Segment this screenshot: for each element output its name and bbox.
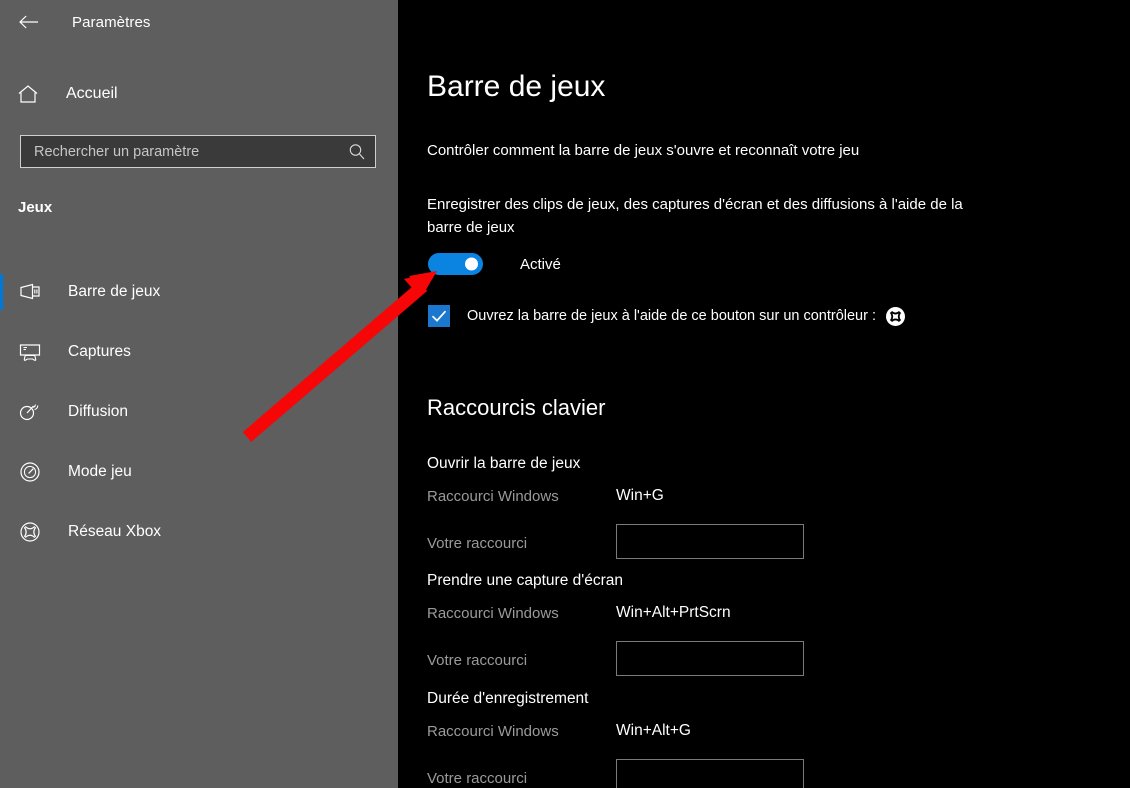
search-icon[interactable]	[339, 143, 375, 161]
shortcut-custom-label: Votre raccourci	[427, 770, 528, 787]
back-arrow-icon	[19, 15, 38, 29]
title-bar: Paramètres	[0, 0, 398, 44]
shortcut-block-screenshot: Prendre une capture d'écran Raccourci Wi…	[427, 572, 1117, 681]
shortcut-windows-label: Raccourci Windows	[427, 723, 559, 740]
sidebar-item-home[interactable]: Accueil	[0, 74, 398, 114]
toggle-knob	[465, 257, 478, 271]
search-input[interactable]	[21, 143, 339, 160]
sidebar-item-home-label: Accueil	[66, 85, 118, 102]
game-bar-icon	[8, 282, 52, 302]
shortcut-custom-input[interactable]	[616, 524, 804, 559]
back-button[interactable]	[6, 6, 52, 38]
shortcut-name: Ouvrir la barre de jeux	[427, 455, 581, 472]
sidebar-item-mode-jeu[interactable]: Mode jeu	[0, 442, 398, 502]
shortcut-block-recording-duration: Durée d'enregistrement Raccourci Windows…	[427, 690, 1117, 788]
setting-description: Enregistrer des clips de jeux, des captu…	[427, 196, 963, 236]
selection-indicator	[0, 274, 3, 310]
check-icon	[431, 310, 447, 322]
controller-button-checkbox-row: Ouvrez la barre de jeux à l'aide de ce b…	[428, 305, 906, 327]
shortcut-windows-value: Win+G	[616, 487, 664, 504]
toggle-state-label: Activé	[520, 255, 561, 273]
shortcut-windows-label: Raccourci Windows	[427, 605, 559, 622]
shortcut-windows-value: Win+Alt+G	[616, 722, 691, 739]
shortcut-custom-input[interactable]	[616, 641, 804, 676]
page-subtitle: Contrôler comment la barre de jeux s'ouv…	[427, 142, 860, 159]
shortcut-windows-value: Win+Alt+PrtScrn	[616, 604, 731, 621]
shortcut-custom-label: Votre raccourci	[427, 535, 528, 552]
sidebar-category-heading: Jeux	[18, 199, 53, 216]
captures-icon	[8, 342, 52, 362]
broadcast-icon	[8, 401, 52, 423]
sidebar-item-captures[interactable]: Captures	[0, 322, 398, 382]
shortcut-name: Prendre une capture d'écran	[427, 572, 623, 589]
shortcuts-section-title: Raccourcis clavier	[427, 395, 606, 420]
sidebar-item-diffusion[interactable]: Diffusion	[0, 382, 398, 442]
game-bar-toggle-row: Activé	[428, 253, 561, 275]
shortcut-windows-label: Raccourci Windows	[427, 488, 559, 505]
game-mode-icon	[8, 460, 52, 484]
app-title: Paramètres	[72, 13, 151, 31]
shortcut-custom-label: Votre raccourci	[427, 652, 528, 669]
xbox-logo-icon	[886, 306, 906, 326]
sidebar-item-label: Captures	[68, 343, 131, 360]
sidebar-item-reseau-xbox[interactable]: Réseau Xbox	[0, 502, 398, 562]
settings-window: Paramètres Accueil Jeux	[0, 0, 1130, 788]
sidebar-item-label: Mode jeu	[68, 463, 132, 480]
shortcut-name: Durée d'enregistrement	[427, 690, 589, 707]
sidebar-item-label: Barre de jeux	[68, 283, 161, 300]
search-box[interactable]	[20, 135, 376, 168]
xbox-network-icon	[8, 520, 52, 544]
sidebar-nav: Barre de jeux Captures Diffusion Mode je…	[0, 262, 398, 562]
sidebar-item-label: Diffusion	[68, 403, 129, 420]
sidebar: Paramètres Accueil Jeux	[0, 0, 398, 788]
main-content: Barre de jeux Contrôler comment la barre…	[398, 0, 1130, 788]
game-bar-toggle[interactable]	[428, 253, 483, 275]
home-icon	[6, 84, 50, 104]
controller-button-checkbox-label: Ouvrez la barre de jeux à l'aide de ce b…	[467, 308, 877, 324]
shortcut-custom-input[interactable]	[616, 759, 804, 788]
sidebar-item-barre-de-jeux[interactable]: Barre de jeux	[0, 262, 398, 322]
page-title: Barre de jeux	[427, 70, 606, 103]
controller-button-checkbox[interactable]	[428, 305, 450, 327]
shortcut-block-open-game-bar: Ouvrir la barre de jeux Raccourci Window…	[427, 455, 1117, 564]
sidebar-item-label: Réseau Xbox	[68, 523, 162, 540]
